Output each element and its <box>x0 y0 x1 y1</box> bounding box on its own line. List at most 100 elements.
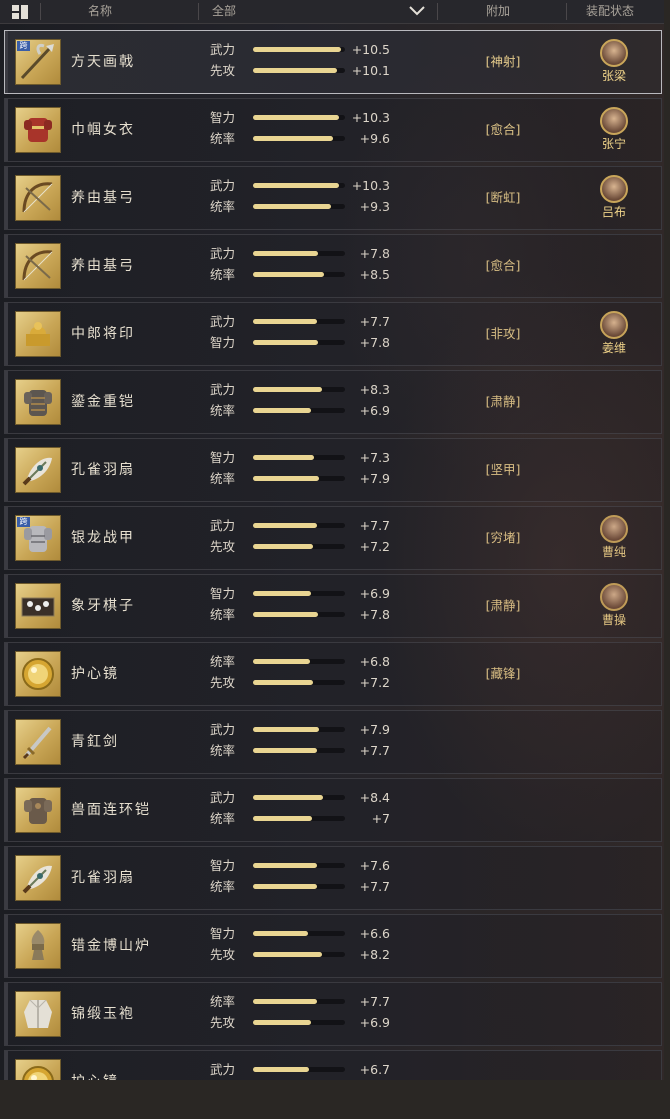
extra-skill: [肃静] <box>485 598 521 613</box>
equipment-row[interactable]: 跨银龙战甲 武力 +7.7 先攻 +7.2 [穷堵] 曹纯 <box>4 506 662 570</box>
layout-toggle-button[interactable] <box>0 0 40 23</box>
stat-bar-fill <box>253 387 323 392</box>
chevron-down-icon[interactable] <box>408 5 426 19</box>
stat-bar-fill <box>253 183 340 188</box>
stat-bar-fill <box>253 476 320 481</box>
feather-fan-icon <box>22 865 52 894</box>
avatar <box>600 107 628 135</box>
equipment-row[interactable]: 养由基弓 武力 +10.3 统率 +9.3 [断虹] 吕布 <box>4 166 662 230</box>
stat-bar-track <box>253 999 345 1004</box>
item-thumbnail <box>15 651 61 697</box>
stat-label: 智力 <box>210 926 236 941</box>
stat-bar-track <box>253 612 345 617</box>
item-thumbnail <box>15 447 61 493</box>
item-name: 孔雀羽扇 <box>71 462 135 478</box>
equipment-row[interactable]: 青釭剑 武力 +7.9 统率 +7.7 <box>4 710 662 774</box>
owner-name: 张梁 <box>601 69 626 83</box>
table-header: 名称 全部 附加 装配状态 <box>0 0 664 24</box>
stat-bar-track <box>253 659 345 664</box>
stat-value: +7.2 <box>359 675 390 690</box>
stat-bar-fill <box>253 659 310 664</box>
equipment-row[interactable]: 鎏金重铠 武力 +8.3 统率 +6.9 [肃静] <box>4 370 662 434</box>
stat-bar-fill <box>253 523 318 528</box>
column-header-status[interactable]: 装配状态 <box>586 0 634 23</box>
bow-icon <box>22 182 53 213</box>
item-thumbnail <box>15 787 61 833</box>
stat-bar-track <box>253 931 345 936</box>
column-header-name[interactable]: 名称 <box>88 0 112 23</box>
stat-bar-track <box>253 476 345 481</box>
stat-value: +8.2 <box>359 947 390 962</box>
equipment-row[interactable]: 象牙棋子 智力 +6.9 统率 +7.8 [肃静] 曹操 <box>4 574 662 638</box>
equipped-by[interactable]: 曹操 <box>591 583 637 628</box>
item-thumbnail <box>15 583 61 629</box>
extra-skill: [穷堵] <box>485 530 521 545</box>
stat-bar-track <box>253 136 345 141</box>
item-thumbnail <box>15 243 61 289</box>
owner-name: 曹纯 <box>601 545 626 559</box>
stat-value: +7 <box>371 811 390 826</box>
stat-value: +9.3 <box>359 199 390 214</box>
equipment-row[interactable]: 锦缎玉袍 统率 +7.7 先攻 +6.9 <box>4 982 662 1046</box>
stat-label: 武力 <box>210 42 236 57</box>
equipped-by[interactable]: 张宁 <box>591 107 637 152</box>
equipment-row[interactable]: 孔雀羽扇 智力 +7.3 统率 +7.9 [坚甲] <box>4 438 662 502</box>
chain-armor-icon <box>24 798 52 824</box>
stat-bar-track <box>253 340 345 345</box>
equipped-by[interactable]: 曹纯 <box>591 515 637 560</box>
equipment-row[interactable]: 错金博山炉 智力 +6.6 先攻 +8.2 <box>4 914 662 978</box>
item-name: 养由基弓 <box>71 258 135 274</box>
item-name: 中郎将印 <box>71 326 135 342</box>
item-name: 护心镜 <box>71 1051 119 1080</box>
equipment-row[interactable]: 护心镜 统率 +6.8 先攻 +7.2 [藏锋] <box>4 642 662 706</box>
stat-bar-fill <box>253 136 334 141</box>
equipped-by[interactable]: 姜维 <box>591 311 637 356</box>
equipment-row[interactable]: 巾帼女衣 智力 +10.3 统率 +9.6 [愈合] 张宁 <box>4 98 662 162</box>
stat-bar-fill <box>253 319 318 324</box>
equipment-row[interactable]: 护心镜武力+6.7智力+6.6 <box>4 1050 662 1080</box>
stat-bar-fill <box>253 884 318 889</box>
stat-label: 智力 <box>210 586 236 601</box>
column-header-extra[interactable]: 附加 <box>486 0 510 23</box>
stat-bar-fill <box>253 591 311 596</box>
item-thumbnail <box>15 923 61 969</box>
stat-value: +7.2 <box>359 539 390 554</box>
chess-board-icon <box>21 597 55 617</box>
stat-value: +6.8 <box>359 654 390 669</box>
equipment-row[interactable]: 养由基弓 武力 +7.8 统率 +8.5 [愈合] <box>4 234 662 298</box>
robe-icon <box>24 999 52 1028</box>
equipment-row[interactable]: 跨方天画戟 武力 +10.5 先攻 +10.1 [神射] 张梁 <box>4 30 662 94</box>
stat-value: +7.3 <box>359 450 390 465</box>
stat-value: +7.6 <box>359 858 390 873</box>
stat-bar-track <box>253 1067 345 1072</box>
stat-bar-fill <box>253 816 312 821</box>
extra-skill: [愈合] <box>485 258 521 273</box>
header-divider <box>40 3 41 20</box>
equipment-row[interactable]: 中郎将印 武力 +7.7 智力 +7.8 [非攻] 姜维 <box>4 302 662 366</box>
stat-bar-fill <box>253 340 319 345</box>
row-edge <box>5 31 8 93</box>
stat-bar-fill <box>253 455 315 460</box>
stat-bar-fill <box>253 544 314 549</box>
stat-bar-track <box>253 591 345 596</box>
stat-label: 先攻 <box>210 63 236 78</box>
equipped-by[interactable]: 张梁 <box>591 39 637 84</box>
stat-bar-fill <box>253 863 317 868</box>
stat-bar-fill <box>253 727 320 732</box>
item-thumbnail <box>15 379 61 425</box>
stat-label: 先攻 <box>210 675 236 690</box>
stat-bar-track <box>253 408 345 413</box>
stat-label: 先攻 <box>210 539 236 554</box>
stat-bar-fill <box>253 115 340 120</box>
equipment-row[interactable]: 兽面连环铠 武力 +8.4 统率 +7 <box>4 778 662 842</box>
stat-value: +7.9 <box>359 722 390 737</box>
stat-bar-fill <box>253 999 318 1004</box>
equipped-by[interactable]: 吕布 <box>591 175 637 220</box>
item-name: 锦缎玉袍 <box>71 1006 135 1022</box>
stat-bar-fill <box>253 204 331 209</box>
stat-filter-dropdown-label[interactable]: 全部 <box>212 0 236 23</box>
stat-bar-fill <box>253 1067 310 1072</box>
mirror-icon <box>22 1066 54 1080</box>
avatar <box>600 175 628 203</box>
equipment-row[interactable]: 孔雀羽扇 智力 +7.6 统率 +7.7 <box>4 846 662 910</box>
